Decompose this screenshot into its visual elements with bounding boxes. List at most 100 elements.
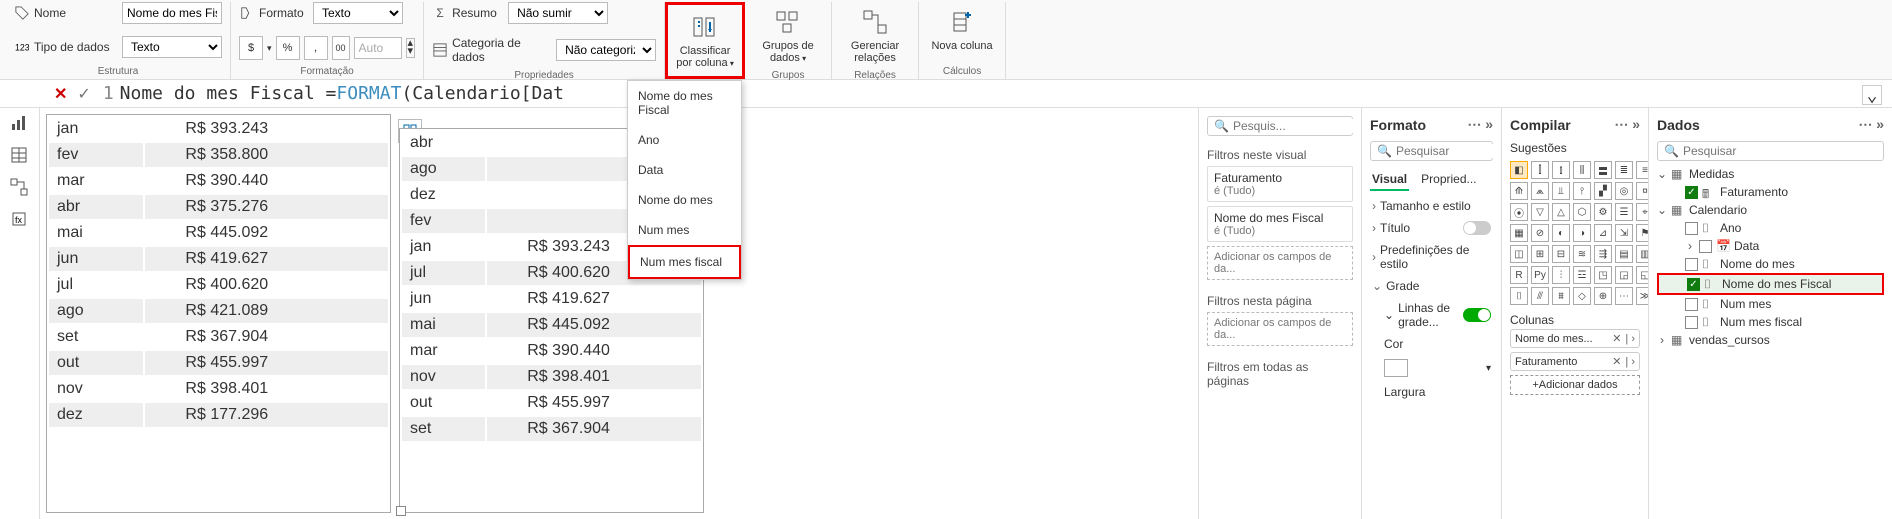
- viz-icon[interactable]: ⬡: [1573, 203, 1591, 221]
- dropdown-item[interactable]: Nome do mes Fiscal: [628, 81, 741, 125]
- add-fields-visual[interactable]: Adicionar os campos de da...: [1207, 246, 1353, 280]
- table-row[interactable]: julR$ 400.620: [49, 273, 388, 297]
- model-view-icon[interactable]: [10, 178, 30, 198]
- viz-icon[interactable]: ⟰: [1510, 182, 1528, 200]
- viz-icon[interactable]: ⫯: [1573, 182, 1591, 200]
- viz-icon[interactable]: ⫿: [1531, 161, 1549, 179]
- viz-icon[interactable]: ◎: [1615, 182, 1633, 200]
- filters-search[interactable]: 🔍: [1207, 116, 1353, 136]
- checkbox-icon[interactable]: [1685, 298, 1698, 311]
- table-row[interactable]: agoR$ 421.089: [49, 299, 388, 323]
- tree-nome-mes[interactable]: ⌷Nome do mes: [1657, 255, 1884, 273]
- currency-button[interactable]: $: [239, 36, 263, 60]
- viz-icon[interactable]: ☰: [1615, 203, 1633, 221]
- tree-num-mes[interactable]: ⌷Num mes: [1657, 295, 1884, 313]
- viz-icon[interactable]: ⫻: [1531, 287, 1549, 305]
- cancel-formula-button[interactable]: ✕: [54, 84, 67, 104]
- tab-visual[interactable]: Visual: [1370, 169, 1409, 191]
- viz-icon[interactable]: ⋯: [1615, 287, 1633, 305]
- tree-data[interactable]: ›📅Data: [1657, 237, 1884, 255]
- field-pill-nome-mes[interactable]: Nome do mes...✕ | ›: [1510, 329, 1640, 348]
- data-pane-more[interactable]: ⋯ »: [1858, 116, 1884, 133]
- viz-icon[interactable]: ⫾: [1552, 161, 1570, 179]
- viz-icon[interactable]: ⊕: [1594, 287, 1612, 305]
- viz-icon[interactable]: ⊟: [1552, 245, 1570, 263]
- viz-icon[interactable]: ⦿: [1510, 203, 1528, 221]
- checkbox-icon[interactable]: ✓: [1685, 186, 1698, 199]
- viz-icon[interactable]: ◳: [1594, 266, 1612, 284]
- viz-icon[interactable]: 〓: [1594, 161, 1612, 179]
- viz-icon[interactable]: △: [1552, 203, 1570, 221]
- viz-icon[interactable]: ◧: [1510, 161, 1528, 179]
- viz-icon[interactable]: ⊘: [1531, 224, 1549, 242]
- remove-field-icon[interactable]: ✕: [1612, 355, 1621, 368]
- dropdown-item[interactable]: Nome do mes: [628, 185, 741, 215]
- color-swatch[interactable]: [1384, 359, 1408, 377]
- dropdown-item-num-mes-fiscal[interactable]: Num mes fiscal: [628, 245, 741, 279]
- titulo-toggle[interactable]: [1463, 221, 1491, 235]
- viz-icon[interactable]: ◫: [1510, 245, 1528, 263]
- new-column-button[interactable]: Nova coluna: [927, 2, 997, 56]
- tree-calendario[interactable]: ⌄▦Calendario: [1657, 201, 1884, 219]
- viz-icon[interactable]: ◑: [1573, 224, 1591, 242]
- viz-icon[interactable]: ⫫: [1552, 182, 1570, 200]
- filter-card-faturamento[interactable]: Faturamento é (Tudo): [1207, 166, 1353, 202]
- table-row[interactable]: dezR$ 177.296: [49, 403, 388, 427]
- data-search-input[interactable]: [1683, 144, 1877, 158]
- table-row[interactable]: maiR$ 445.092: [402, 313, 701, 337]
- viz-icon[interactable]: ⌷: [1510, 287, 1528, 305]
- table-view-icon[interactable]: [10, 146, 30, 166]
- format-search[interactable]: 🔍: [1370, 141, 1493, 161]
- table-row[interactable]: janR$ 393.243: [49, 117, 388, 141]
- viz-icon[interactable]: ≣: [1615, 161, 1633, 179]
- data-groups-button[interactable]: Grupos de dados ▾: [753, 2, 823, 68]
- sort-by-column-button[interactable]: Classificar por coluna ▾: [670, 7, 740, 73]
- acc-titulo[interactable]: ›Título: [1370, 217, 1493, 239]
- separator-button[interactable]: ,: [304, 36, 328, 60]
- checkbox-icon[interactable]: [1699, 240, 1712, 253]
- table-row[interactable]: maiR$ 445.092: [49, 221, 388, 245]
- formula-expand-button[interactable]: ⌄: [1862, 85, 1882, 105]
- tree-ano[interactable]: ⌷Ano: [1657, 219, 1884, 237]
- table-row[interactable]: abrR$ 375.276: [49, 195, 388, 219]
- grade-toggle[interactable]: [1463, 308, 1491, 322]
- table-row[interactable]: outR$ 455.997: [402, 391, 701, 415]
- data-search[interactable]: 🔍: [1657, 141, 1884, 161]
- table-row[interactable]: outR$ 455.997: [49, 351, 388, 375]
- percent-button[interactable]: %: [276, 36, 300, 60]
- remove-field-icon[interactable]: ✕: [1612, 332, 1621, 345]
- viz-icon[interactable]: ▞: [1594, 182, 1612, 200]
- acc-tamanho[interactable]: ›Tamanho e estilo: [1370, 195, 1493, 217]
- table-row[interactable]: junR$ 419.627: [402, 287, 701, 311]
- viz-icon[interactable]: ▽: [1531, 203, 1549, 221]
- viz-pane-more[interactable]: ⋯ »: [1614, 116, 1640, 133]
- table-row[interactable]: setR$ 367.904: [49, 325, 388, 349]
- viz-icon[interactable]: ⫶: [1552, 266, 1570, 284]
- viz-icon[interactable]: ⚙: [1594, 203, 1612, 221]
- viz-icon[interactable]: ◲: [1615, 266, 1633, 284]
- tree-medidas[interactable]: ⌄▦Medidas: [1657, 165, 1884, 183]
- viz-icon[interactable]: ▤: [1615, 245, 1633, 263]
- table-row[interactable]: junR$ 419.627: [49, 247, 388, 271]
- add-fields-page[interactable]: Adicionar os campos de da...: [1207, 312, 1353, 346]
- tree-nome-mes-fiscal[interactable]: ✓⌷Nome do mes Fiscal: [1657, 273, 1884, 295]
- table-row[interactable]: marR$ 390.440: [402, 339, 701, 363]
- dropdown-item[interactable]: Data: [628, 155, 741, 185]
- checkbox-icon[interactable]: [1685, 258, 1698, 271]
- tab-properties[interactable]: Propried...: [1419, 169, 1478, 191]
- format-select[interactable]: Texto: [313, 2, 403, 24]
- table-row[interactable]: novR$ 398.401: [402, 365, 701, 389]
- format-pane-more[interactable]: ⋯ »: [1467, 116, 1493, 133]
- viz-icon[interactable]: ◐: [1552, 224, 1570, 242]
- table-visual-1[interactable]: janR$ 393.243fevR$ 358.800marR$ 390.440a…: [46, 114, 391, 513]
- viz-icon[interactable]: ☲: [1573, 266, 1591, 284]
- dax-view-icon[interactable]: fx: [10, 210, 30, 230]
- manage-relations-button[interactable]: Gerenciar relações: [840, 2, 910, 68]
- table-row[interactable]: novR$ 398.401: [49, 377, 388, 401]
- formula-bar[interactable]: 1 Nome do mes Fiscal = FORMAT ( Calendar…: [99, 81, 1886, 106]
- decimals-input[interactable]: [354, 37, 402, 59]
- datatype-select[interactable]: Texto: [122, 36, 222, 58]
- filter-card-nome-mes-fiscal[interactable]: Nome do mes Fiscal é (Tudo): [1207, 206, 1353, 242]
- viz-icon[interactable]: ⩕: [1531, 182, 1549, 200]
- viz-icon[interactable]: ⫼: [1573, 161, 1591, 179]
